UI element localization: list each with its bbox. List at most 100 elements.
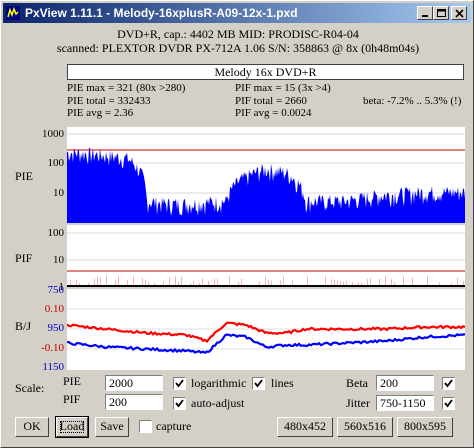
capture-label: capture <box>156 419 192 433</box>
pif-bar <box>265 276 266 285</box>
capture-checkbox[interactable] <box>139 420 152 433</box>
pif-bar <box>118 275 119 285</box>
pif-bar <box>190 282 191 285</box>
pie-plot-label: PIE <box>15 169 33 183</box>
pie-series-area <box>67 147 465 223</box>
jitter-scale-label: Jitter <box>346 396 370 410</box>
pie-chart-svg <box>67 133 465 223</box>
pif-bar <box>412 277 413 285</box>
auto-adjust-checkbox[interactable] <box>173 397 186 410</box>
pif-bar <box>280 280 281 285</box>
pif-bar <box>241 278 242 285</box>
logarithmic-label: logarithmic <box>191 376 247 390</box>
pie-tick-1000: 1000 <box>42 128 64 140</box>
ok-button[interactable]: OK <box>15 417 49 437</box>
pif-bar <box>148 282 149 285</box>
pif-bar <box>340 281 341 285</box>
pif-bar <box>352 282 353 285</box>
pif-bar <box>283 276 284 285</box>
pif-tick-10: 10 <box>53 254 64 266</box>
size-480x452-button[interactable]: 480x452 <box>277 417 333 437</box>
bj-chart-svg <box>67 308 465 354</box>
pif-bar <box>70 279 71 285</box>
beta-scale-input[interactable]: 200 <box>376 375 434 391</box>
disc-info-line: DVD+R, cap.: 4402 MB MID: PRODISC-R04-04 <box>117 27 359 41</box>
pif-bar <box>337 280 338 285</box>
check-icon <box>175 379 184 388</box>
size-800x595-button[interactable]: 800x595 <box>397 417 453 437</box>
pif-bar <box>427 276 428 285</box>
pif-bar <box>76 279 77 285</box>
logarithmic-checkbox[interactable] <box>173 377 186 390</box>
pif-bar <box>154 282 155 285</box>
pie-scale-input[interactable]: 2000 <box>105 375 163 391</box>
lines-checkbox[interactable] <box>252 377 265 390</box>
jitter-series-line <box>67 333 465 354</box>
minimize-button[interactable] <box>417 6 433 20</box>
pif-bar <box>88 282 89 285</box>
pif-series-bars <box>70 275 464 285</box>
pif-bar <box>115 280 116 285</box>
pif-bar <box>79 282 80 285</box>
pie-max-text: PIE max = 321 (80x >280) <box>67 82 186 94</box>
window-title: PxView 1.11.1 - Melody-16xplusR-A09-12x-… <box>25 6 298 20</box>
pif-bar <box>439 282 440 285</box>
pie-avg-text: PIE avg = 2.36 <box>67 107 134 119</box>
pif-bar <box>208 280 209 285</box>
bj-tick-010: 0.10 <box>44 303 64 315</box>
close-icon <box>455 9 464 18</box>
disc-name-field[interactable]: Melody 16x DVD+R <box>67 64 464 80</box>
pif-bar <box>463 281 464 285</box>
pif-bar <box>403 276 404 285</box>
pif-bar <box>100 277 101 285</box>
pif-bar <box>202 278 203 285</box>
load-button[interactable]: Load <box>55 416 89 438</box>
pif-scale-input[interactable]: 200 <box>105 394 163 410</box>
title-bar[interactable]: PxView 1.11.1 - Melody-16xplusR-A09-12x-… <box>3 3 471 23</box>
pie-total-text: PIE total = 332433 <box>67 95 151 107</box>
jitter-scale-input[interactable]: 750-1150 <box>376 395 434 411</box>
pif-bar <box>346 280 347 285</box>
size-560x516-button[interactable]: 560x516 <box>337 417 393 437</box>
beta-checkbox[interactable] <box>442 377 455 390</box>
pif-bar <box>181 277 182 285</box>
lines-label: lines <box>271 376 294 390</box>
pif-bar <box>331 279 332 285</box>
pif-bar <box>229 275 230 285</box>
pie-tick-10: 10 <box>53 187 64 199</box>
pif-bar <box>94 278 95 285</box>
save-button[interactable]: Save <box>95 417 129 437</box>
pif-bar <box>385 275 386 285</box>
pif-bar <box>271 280 272 285</box>
jitter-checkbox[interactable] <box>442 397 455 410</box>
close-button[interactable] <box>451 6 467 20</box>
pif-tick-100: 100 <box>47 227 65 239</box>
pif-bar <box>391 279 392 285</box>
pif-bar <box>217 278 218 285</box>
pif-bar <box>451 282 452 285</box>
pif-bar <box>370 278 371 285</box>
maximize-button[interactable] <box>433 6 449 20</box>
pif-bar <box>97 276 98 285</box>
pif-bar <box>361 282 362 285</box>
pif-bar <box>268 279 269 285</box>
pif-bar <box>334 279 335 285</box>
pif-bar <box>394 282 395 285</box>
pif-bar <box>379 278 380 285</box>
pif-bar <box>259 281 260 285</box>
maximize-icon <box>437 9 446 17</box>
pif-bar <box>343 281 344 285</box>
check-icon <box>175 399 184 408</box>
pif-bar <box>145 279 146 285</box>
bj-tick-950: 950 <box>47 322 65 334</box>
check-icon <box>444 399 453 408</box>
beta-scale-label: Beta <box>346 376 368 390</box>
pif-chart-svg <box>67 232 465 287</box>
bj-tick-neg010: -0.10 <box>41 342 64 354</box>
beta-range-text: beta: -7.2% .. 5.3% (!) <box>363 95 462 107</box>
pif-scale-label: PIF <box>63 392 81 406</box>
pif-bar <box>106 275 107 285</box>
pie-tick-100: 100 <box>47 157 65 169</box>
app-icon <box>6 6 20 20</box>
check-icon <box>254 379 263 388</box>
